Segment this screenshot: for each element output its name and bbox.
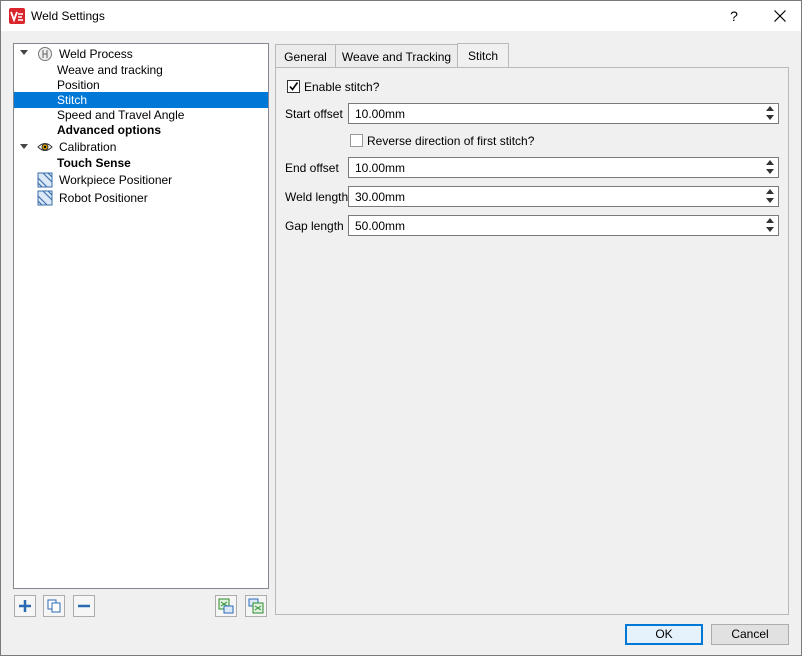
end-offset-down-button[interactable] bbox=[763, 167, 778, 176]
tree-item-calibration[interactable]: Calibration bbox=[59, 139, 116, 155]
weld-length-up-button[interactable] bbox=[763, 187, 778, 196]
remove-button[interactable] bbox=[73, 595, 95, 617]
expand-weld-process-icon[interactable] bbox=[20, 50, 28, 55]
weld-settings-dialog: Weld Settings ? Weld Process Weave and t… bbox=[0, 0, 802, 656]
end-offset-up-button[interactable] bbox=[763, 158, 778, 167]
start-offset-label: Start offset bbox=[285, 107, 343, 121]
spin-down-icon bbox=[766, 115, 774, 120]
weld-length-value: 30.00mm bbox=[355, 190, 406, 204]
spin-up-icon bbox=[766, 189, 774, 194]
tree-item-touch-sense[interactable]: Touch Sense bbox=[57, 155, 131, 171]
tree-item-speed-and-travel-angle[interactable]: Speed and Travel Angle bbox=[57, 107, 184, 123]
export-icon bbox=[248, 598, 264, 614]
tree-item-advanced-options[interactable]: Advanced options bbox=[57, 122, 161, 138]
end-offset-spinbox[interactable]: 10.00mm bbox=[348, 157, 779, 178]
end-offset-label: End offset bbox=[285, 161, 339, 175]
workpiece-positioner-icon bbox=[37, 172, 53, 188]
spin-down-icon bbox=[766, 169, 774, 174]
tree-item-robot-positioner[interactable]: Robot Positioner bbox=[59, 190, 148, 206]
gap-length-up-button[interactable] bbox=[763, 216, 778, 225]
remove-icon bbox=[78, 604, 90, 608]
title-bar: Weld Settings ? bbox=[1, 1, 801, 31]
gap-length-down-button[interactable] bbox=[763, 225, 778, 234]
gap-length-label: Gap length bbox=[285, 219, 344, 233]
start-offset-value: 10.00mm bbox=[355, 107, 406, 121]
close-icon bbox=[774, 10, 786, 22]
add-button[interactable] bbox=[14, 595, 36, 617]
reverse-direction-label: Reverse direction of first stitch? bbox=[367, 134, 535, 148]
enable-stitch-label: Enable stitch? bbox=[304, 80, 380, 94]
close-button[interactable] bbox=[761, 1, 799, 31]
start-offset-up-button[interactable] bbox=[763, 104, 778, 113]
help-button[interactable]: ? bbox=[715, 1, 753, 31]
ok-button[interactable]: OK bbox=[625, 624, 703, 645]
cancel-button[interactable]: Cancel bbox=[711, 624, 789, 645]
stitch-tab-pane bbox=[275, 67, 789, 615]
expand-calibration-icon[interactable] bbox=[20, 144, 28, 149]
checkmark-icon bbox=[289, 82, 299, 91]
weld-length-label: Weld length bbox=[285, 190, 349, 204]
start-offset-spinbox[interactable]: 10.00mm bbox=[348, 103, 779, 124]
window-title: Weld Settings bbox=[31, 9, 105, 23]
import-icon bbox=[218, 598, 234, 614]
tree-item-workpiece-positioner[interactable]: Workpiece Positioner bbox=[59, 172, 172, 188]
copy-button[interactable] bbox=[43, 595, 65, 617]
tree-item-position[interactable]: Position bbox=[57, 77, 100, 93]
robot-positioner-icon bbox=[37, 190, 53, 206]
spin-up-icon bbox=[766, 160, 774, 165]
tree-item-weave-and-tracking[interactable]: Weave and tracking bbox=[57, 62, 163, 78]
spin-up-icon bbox=[766, 218, 774, 223]
start-offset-down-button[interactable] bbox=[763, 113, 778, 122]
copy-icon bbox=[47, 599, 61, 613]
eye-icon bbox=[37, 143, 53, 151]
add-icon bbox=[19, 600, 31, 612]
enable-stitch-checkbox[interactable] bbox=[287, 80, 300, 93]
import-button[interactable] bbox=[215, 595, 237, 617]
settings-tree[interactable]: Weld Process Weave and tracking Position… bbox=[13, 43, 269, 589]
tree-item-weld-process[interactable]: Weld Process bbox=[59, 46, 133, 62]
tab-weave-and-tracking[interactable]: Weave and Tracking bbox=[335, 44, 458, 68]
tab-stitch[interactable]: Stitch bbox=[457, 43, 509, 68]
weld-length-down-button[interactable] bbox=[763, 196, 778, 205]
spin-down-icon bbox=[766, 198, 774, 203]
spin-up-icon bbox=[766, 106, 774, 111]
weld-process-icon bbox=[38, 47, 52, 61]
tab-general[interactable]: General bbox=[275, 44, 336, 68]
weld-length-spinbox[interactable]: 30.00mm bbox=[348, 186, 779, 207]
end-offset-value: 10.00mm bbox=[355, 161, 406, 175]
tree-item-stitch-label: Stitch bbox=[57, 93, 88, 107]
spin-down-icon bbox=[766, 227, 774, 232]
reverse-direction-checkbox[interactable] bbox=[350, 134, 363, 147]
app-logo-icon bbox=[9, 8, 25, 24]
gap-length-value: 50.00mm bbox=[355, 219, 406, 233]
tree-item-stitch[interactable]: Stitch bbox=[14, 92, 268, 108]
export-button[interactable] bbox=[245, 595, 267, 617]
gap-length-spinbox[interactable]: 50.00mm bbox=[348, 215, 779, 236]
